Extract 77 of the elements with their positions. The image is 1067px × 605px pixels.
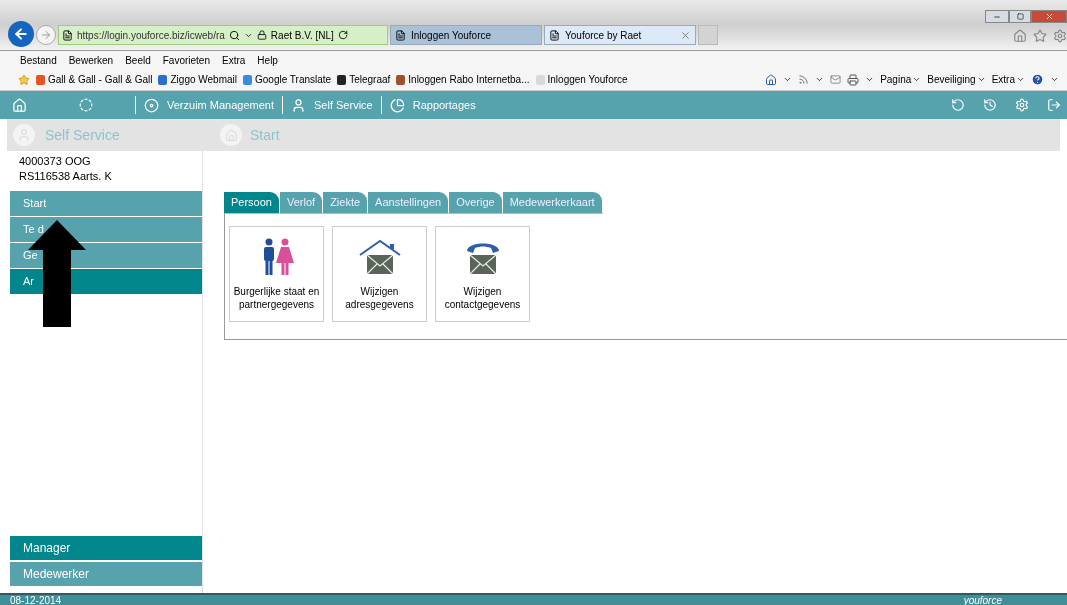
action-tile[interactable]: Burgerlijke staat en partnergegevens xyxy=(229,226,324,322)
favorite-link[interactable]: Inloggen Rabo Internetba... xyxy=(408,72,530,87)
refresh-icon xyxy=(337,30,348,40)
print-icon[interactable] xyxy=(847,73,860,86)
close-icon[interactable] xyxy=(680,29,691,41)
mail-icon[interactable] xyxy=(830,74,842,85)
logout-icon[interactable] xyxy=(1047,98,1061,112)
status-date: 08-12-2014 xyxy=(10,593,62,605)
spinner-icon[interactable] xyxy=(79,98,93,112)
tile-label: Burgerlijke staat en partnergegevens xyxy=(232,285,321,311)
action-tile[interactable]: Wijzigen adresgegevens xyxy=(332,226,427,322)
url-text: https://login.youforce.biz/icweb/ra xyxy=(77,28,225,43)
lock-icon xyxy=(256,30,267,40)
menu-item[interactable]: Beeld xyxy=(125,52,151,68)
favicon-icon xyxy=(535,74,545,85)
caret-icon xyxy=(1016,75,1025,84)
page-icon xyxy=(395,29,406,41)
menu-item[interactable]: Favorieten xyxy=(162,52,210,68)
menu-item[interactable]: Help xyxy=(257,52,278,68)
favicon-icon xyxy=(396,74,406,85)
pie-chart-icon xyxy=(389,97,405,113)
caret-icon[interactable] xyxy=(1050,75,1059,84)
security-label: Raet B.V. [NL] xyxy=(270,28,334,43)
favorite-link[interactable]: Telegraaf xyxy=(349,72,391,87)
caret-icon[interactable] xyxy=(815,75,825,84)
tab[interactable]: Persoon xyxy=(224,192,279,213)
favorites-star-icon[interactable] xyxy=(18,73,30,86)
command-menu[interactable]: Beveiliging xyxy=(927,72,986,87)
refresh-icon[interactable] xyxy=(951,98,965,112)
tab-title: Youforce by Raet xyxy=(565,28,643,43)
user-info: 4000373 OOG xyxy=(19,154,92,169)
sidebar-item[interactable]: Manager xyxy=(10,536,202,560)
person-icon xyxy=(291,97,306,113)
favorite-link[interactable]: Gall & Gall - Gall & Gall xyxy=(48,72,153,87)
menu-item[interactable]: Extra xyxy=(222,52,246,68)
command-menu[interactable]: Extra xyxy=(991,72,1025,87)
menu-item[interactable]: Bewerken xyxy=(68,52,114,68)
settings-icon[interactable] xyxy=(1053,29,1067,43)
back-button[interactable] xyxy=(8,21,34,47)
minimize-button[interactable] xyxy=(985,10,1009,23)
history-icon[interactable] xyxy=(983,98,997,112)
browser-tab[interactable]: Youforce by Raet xyxy=(544,25,696,45)
command-menu[interactable]: Pagina xyxy=(880,72,922,87)
brand-logo: youforce xyxy=(963,593,1002,605)
favorite-link[interactable]: Google Translate xyxy=(255,72,332,87)
menu-item[interactable]: Bestand xyxy=(20,52,57,68)
user-info: RS116538 Aarts. K xyxy=(19,169,113,184)
favicon-icon xyxy=(243,74,252,85)
search-icon xyxy=(228,29,240,41)
address-bar[interactable]: https://login.youforce.biz/icweb/ra Raet B.V. [NL] xyxy=(58,25,388,45)
maximize-icon xyxy=(1016,13,1024,20)
help-icon[interactable] xyxy=(1031,73,1044,86)
caret-icon[interactable] xyxy=(865,75,875,84)
favicon-icon xyxy=(337,74,347,85)
page-icon xyxy=(549,29,560,41)
favicon-icon xyxy=(36,74,45,85)
page-icon xyxy=(62,29,73,41)
browser-tab[interactable]: Inloggen Youforce xyxy=(390,25,542,45)
favorite-link[interactable]: Inloggen Youforce xyxy=(547,72,628,87)
forward-button[interactable] xyxy=(36,25,56,45)
house-envelope-icon xyxy=(357,239,402,275)
tile-label: Wijzigen adresgegevens xyxy=(344,285,415,311)
favicon-icon xyxy=(158,74,168,85)
tab-title: Inloggen Youforce xyxy=(411,28,493,43)
caret-icon xyxy=(976,75,986,84)
close-icon xyxy=(1044,12,1054,21)
star-icon[interactable] xyxy=(1033,29,1047,43)
forward-arrow-icon xyxy=(40,29,52,41)
home-icon[interactable] xyxy=(765,73,778,86)
tile-label: Wijzigen contactgegevens xyxy=(443,285,522,311)
favorite-link[interactable]: Ziggo Webmail xyxy=(170,72,237,87)
maximize-button[interactable] xyxy=(1009,10,1031,23)
caret-icon xyxy=(912,75,922,84)
action-tile[interactable]: Wijzigen contactgegevens xyxy=(435,226,530,322)
home-icon[interactable] xyxy=(1013,29,1027,43)
feed-icon[interactable] xyxy=(798,74,810,85)
caret-icon[interactable] xyxy=(783,75,793,84)
